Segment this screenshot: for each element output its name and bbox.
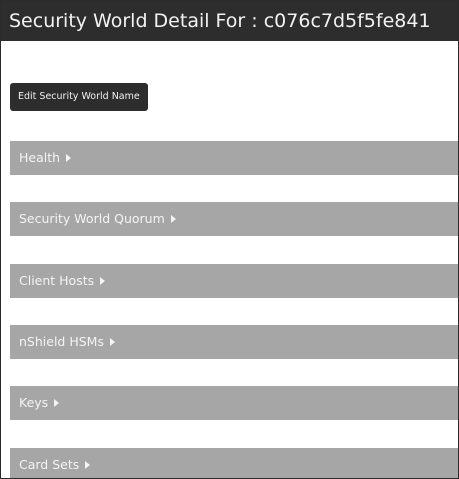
- section-client-hosts[interactable]: Client Hosts: [10, 264, 458, 298]
- section-label: Client Hosts: [19, 273, 95, 288]
- section-keys[interactable]: Keys: [10, 386, 458, 420]
- section-label: Card Sets: [19, 457, 80, 472]
- caret-right-icon: [66, 153, 72, 162]
- edit-security-world-name-button[interactable]: Edit Security World Name: [10, 83, 148, 111]
- section-health[interactable]: Health: [10, 141, 458, 175]
- page-title: Security World Detail For : c076c7d5f5fe…: [1, 1, 458, 41]
- caret-right-icon: [170, 214, 176, 223]
- caret-right-icon: [54, 398, 60, 407]
- section-label: nShield HSMs: [19, 334, 104, 349]
- section-label: Health: [19, 150, 61, 165]
- section-label: Security World Quorum: [19, 211, 165, 226]
- caret-right-icon: [85, 460, 91, 469]
- section-card-sets[interactable]: Card Sets: [10, 448, 458, 478]
- section-nshield-hsms[interactable]: nShield HSMs: [10, 325, 458, 359]
- section-label: Keys: [19, 395, 49, 410]
- caret-right-icon: [100, 276, 106, 285]
- caret-right-icon: [109, 337, 115, 346]
- section-security-world-quorum[interactable]: Security World Quorum: [10, 202, 458, 236]
- detail-panel: Security World Detail For : c076c7d5f5fe…: [0, 0, 459, 479]
